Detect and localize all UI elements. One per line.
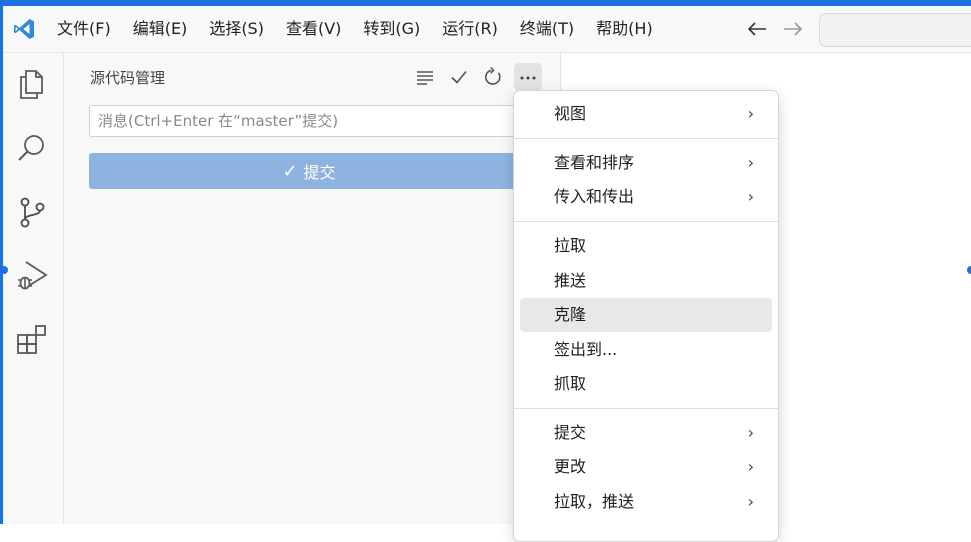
menu-bar: 文件(F) 编辑(E) 选择(S) 查看(V) 转到(G) 运行(R) 终端(T… <box>46 6 664 52</box>
title-bar: 文件(F) 编辑(E) 选择(S) 查看(V) 转到(G) 运行(R) 终端(T… <box>0 6 971 53</box>
menu-terminal[interactable]: 终端(T) <box>509 12 585 46</box>
menu-edit[interactable]: 编辑(E) <box>122 12 199 46</box>
menu-item-view[interactable]: 视图 › <box>520 97 772 131</box>
extensions-icon[interactable] <box>15 323 49 357</box>
chevron-right-icon: › <box>747 104 754 123</box>
menu-item-fetch[interactable]: 抓取 <box>520 367 772 401</box>
chevron-right-icon: › <box>747 153 754 172</box>
vscode-logo-icon <box>14 19 34 39</box>
menu-item-push[interactable]: 推送 <box>520 264 772 298</box>
run-debug-icon[interactable] <box>15 258 49 292</box>
menu-item-commit[interactable]: 提交 › <box>520 416 772 450</box>
menu-item-pull[interactable]: 拉取 <box>520 229 772 263</box>
refresh-icon[interactable] <box>479 63 507 91</box>
view-as-list-icon[interactable] <box>411 63 439 91</box>
menu-item-checkout[interactable]: 签出到... <box>520 333 772 367</box>
menu-item-pull-push[interactable]: 拉取，推送 › <box>520 485 772 519</box>
arrow-left-icon[interactable] <box>744 18 770 40</box>
menu-separator <box>514 408 778 409</box>
commit-check-icon[interactable] <box>445 63 473 91</box>
chevron-right-icon: › <box>747 457 754 476</box>
more-actions-menu: 视图 › 查看和排序 › 传入和传出 › 拉取 推送 克隆 签出到... 抓取 … <box>513 90 779 542</box>
arrow-right-icon[interactable] <box>780 18 806 40</box>
check-icon: ✓ <box>282 160 298 182</box>
menu-item-view-sort[interactable]: 查看和排序 › <box>520 146 772 180</box>
more-actions-icon[interactable] <box>514 63 542 91</box>
menu-item-clone[interactable]: 克隆 <box>520 298 772 332</box>
source-control-icon[interactable] <box>15 195 49 229</box>
menu-item-changes[interactable]: 更改 › <box>520 450 772 484</box>
menu-separator <box>514 221 778 222</box>
commit-button[interactable]: ✓ 提交 <box>89 153 529 189</box>
menu-run[interactable]: 运行(R) <box>431 12 509 46</box>
resize-handle-left[interactable] <box>0 266 8 274</box>
files-icon[interactable] <box>15 67 49 101</box>
chevron-right-icon: › <box>747 187 754 206</box>
menu-view[interactable]: 查看(V) <box>275 12 352 46</box>
menu-file[interactable]: 文件(F) <box>46 12 122 46</box>
menu-item-incoming-outgoing[interactable]: 传入和传出 › <box>520 180 772 214</box>
menu-go[interactable]: 转到(G) <box>352 12 431 46</box>
commit-message-input[interactable] <box>89 105 529 137</box>
source-control-panel: 源代码管理 ✓ 提交 <box>64 53 561 524</box>
activity-bar <box>3 53 64 524</box>
menu-selection[interactable]: 选择(S) <box>198 12 275 46</box>
chevron-right-icon: › <box>747 492 754 511</box>
menu-separator <box>514 138 778 139</box>
resize-handle-right[interactable] <box>967 266 971 274</box>
menu-help[interactable]: 帮助(H) <box>585 12 664 46</box>
panel-title: 源代码管理 <box>90 69 166 87</box>
search-icon[interactable] <box>15 131 49 165</box>
commit-button-label: 提交 <box>303 163 336 182</box>
command-center-search[interactable] <box>819 13 971 47</box>
window-left-border <box>0 0 3 524</box>
chevron-right-icon: › <box>747 423 754 442</box>
